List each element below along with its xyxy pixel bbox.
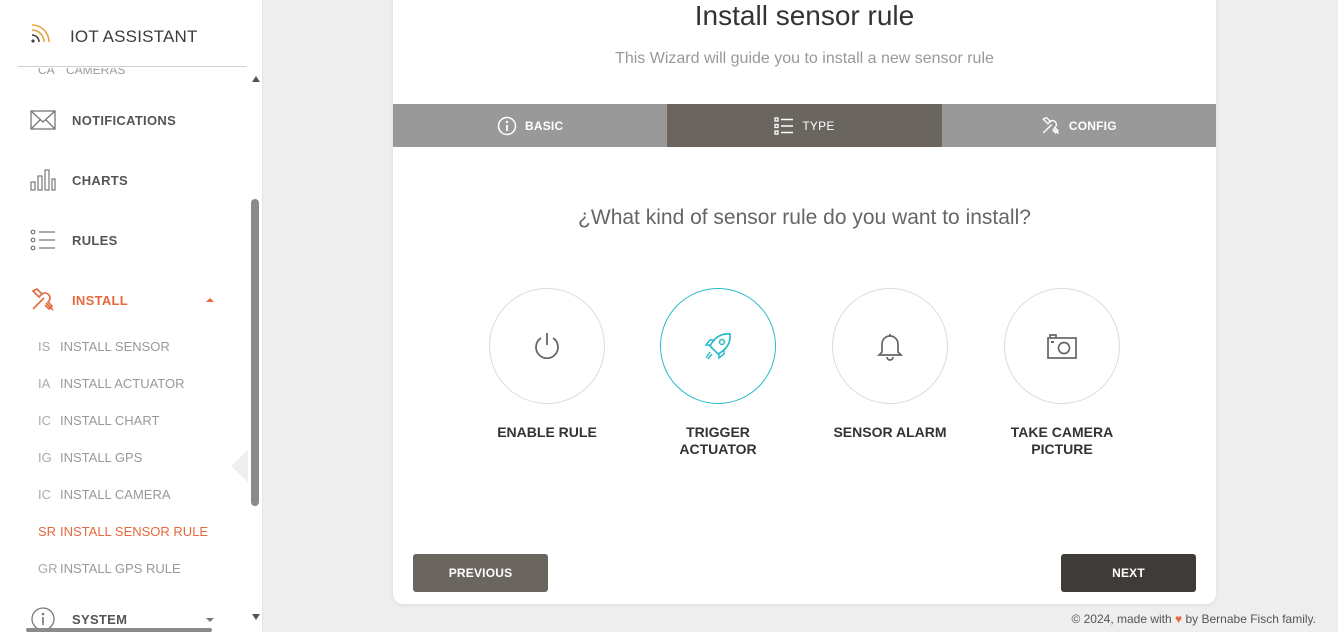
subitem-label: CAMERAS (66, 68, 126, 77)
brand[interactable]: IOT ASSISTANT (18, 0, 247, 67)
sidebar-item-notifications[interactable]: NOTIFICATIONS (30, 105, 176, 135)
sidebar-subitem-install-gps-rule[interactable]: GR INSTALL GPS RULE (38, 561, 181, 576)
caret-up-icon (206, 298, 214, 302)
scroll-down-arrow-icon[interactable] (252, 614, 260, 620)
subitem-abbr: IA (38, 376, 51, 391)
sidebar-subitem-install-sensor-rule[interactable]: SR INSTALL SENSOR RULE (38, 524, 208, 539)
choice-label: TAKE CAMERA PICTURE (992, 424, 1132, 458)
choice-circle[interactable] (832, 288, 948, 404)
choice-take-camera-picture[interactable]: TAKE CAMERA PICTURE (992, 288, 1132, 458)
wizard-card: Install sensor rule This Wizard will gui… (393, 0, 1216, 604)
sidebar-subitem-install-gps[interactable]: IG INSTALL GPS (38, 450, 142, 465)
subitem-abbr: IG (38, 450, 52, 465)
sidebar-subitem-install-camera[interactable]: IC INSTALL CAMERA (38, 487, 171, 502)
subitem-abbr: SR (38, 524, 57, 539)
sidebar-item-label: SYSTEM (72, 611, 128, 627)
choice-circle[interactable] (660, 288, 776, 404)
subitem-label: INSTALL CHART (60, 413, 160, 428)
wifi-signal-icon (28, 22, 52, 46)
rocket-icon (704, 333, 731, 360)
bar-chart-icon (30, 167, 56, 193)
info-circle-icon (497, 116, 517, 135)
power-icon (535, 333, 559, 360)
choice-circle[interactable] (489, 288, 605, 404)
sidebar-item-label: CHARTS (72, 172, 128, 188)
subitem-label: INSTALL SENSOR RULE (60, 524, 209, 539)
bell-icon (876, 334, 904, 361)
choice-label-line2: PICTURE (1031, 441, 1093, 457)
list-icon (774, 116, 794, 135)
wizard-tabs: BASIC TYPE CONFIG (393, 104, 1216, 147)
active-indicator (231, 450, 248, 482)
sidebar-nav: CA CAMERAS NOTIFICATIONS CHARTS RULES INS (0, 68, 248, 632)
choice-label-line1: ENABLE RULE (497, 424, 597, 440)
sidebar-item-charts[interactable]: CHARTS (30, 165, 128, 195)
subitem-label: INSTALL SENSOR (60, 339, 170, 354)
sidebar-item-label: INSTALL (72, 292, 129, 308)
subitem-abbr: CA (38, 68, 55, 77)
footer: © 2024, made with ♥ by Bernabe Fisch fam… (1071, 612, 1316, 626)
subitem-label: INSTALL GPS RULE (60, 561, 181, 576)
caret-down-icon (206, 618, 214, 622)
subitem-label: INSTALL ACTUATOR (60, 376, 185, 391)
scrollbar-thumb[interactable] (251, 199, 259, 506)
subitem-abbr: IC (38, 413, 51, 428)
sidebar-subitem-install-actuator[interactable]: IA INSTALL ACTUATOR (38, 376, 185, 391)
tab-label: CONFIG (1068, 118, 1117, 133)
choice-label: SENSOR ALARM (820, 424, 960, 441)
sidebar-subitem-cameras[interactable]: CA CAMERAS (38, 68, 125, 77)
choice-label-line1: TAKE CAMERA (1010, 424, 1114, 440)
tab-config[interactable]: CONFIG (942, 104, 1216, 147)
sidebar: IOT ASSISTANT CA CAMERAS NOTIFICATIONS CH… (0, 0, 263, 632)
choice-label-line1: TRIGGER (686, 424, 750, 440)
sidebar-scrollbar[interactable] (248, 72, 262, 624)
tools-icon (30, 287, 56, 313)
previous-button[interactable]: PREVIOUS (413, 554, 548, 592)
choice-label-line2: ACTUATOR (679, 441, 757, 457)
choice-sensor-alarm[interactable]: SENSOR ALARM (820, 288, 960, 441)
tab-type[interactable]: TYPE (667, 104, 942, 147)
choice-circle[interactable] (1004, 288, 1120, 404)
footer-prefix: © 2024, made with (1071, 612, 1172, 626)
wizard-subtitle: This Wizard will guide you to install a … (615, 50, 994, 67)
subitem-abbr: IS (38, 339, 51, 354)
choice-label: TRIGGER ACTUATOR (648, 424, 788, 458)
subitem-abbr: GR (38, 561, 58, 576)
choice-label: ENABLE RULE (477, 424, 617, 441)
wizard-question: ¿What kind of sensor rule do you want to… (578, 206, 1031, 229)
subitem-abbr: IC (38, 487, 51, 502)
brand-title: IOT ASSISTANT (70, 27, 198, 46)
choice-trigger-actuator[interactable]: TRIGGER ACTUATOR (648, 288, 788, 458)
footer-suffix: by Bernabe Fisch family. (1185, 612, 1317, 626)
tools-icon (1042, 116, 1060, 134)
wizard-title: Install sensor rule (694, 0, 915, 31)
sidebar-item-rules[interactable]: RULES (30, 225, 118, 255)
sidebar-subitem-install-sensor[interactable]: IS INSTALL SENSOR (38, 339, 170, 354)
next-button[interactable]: NEXT (1061, 554, 1196, 592)
choice-label-line1: SENSOR ALARM (833, 424, 947, 440)
sidebar-item-label: NOTIFICATIONS (72, 112, 177, 128)
horizontal-scrollbar-thumb[interactable] (26, 628, 212, 632)
subitem-label: INSTALL GPS (60, 450, 143, 465)
subitem-label: INSTALL CAMERA (60, 487, 171, 502)
choice-enable-rule[interactable]: ENABLE RULE (477, 288, 617, 441)
sidebar-subitem-install-chart[interactable]: IC INSTALL CHART (38, 413, 159, 428)
sidebar-item-install[interactable]: INSTALL (30, 285, 128, 315)
sidebar-item-label: RULES (72, 232, 118, 248)
list-icon (30, 227, 56, 253)
tab-label: TYPE (802, 118, 835, 133)
tab-label: BASIC (524, 118, 564, 133)
heart-icon: ♥ (1175, 612, 1183, 626)
tab-basic[interactable]: BASIC (393, 104, 667, 147)
camera-icon (1047, 334, 1077, 359)
scroll-up-arrow-icon[interactable] (252, 76, 260, 82)
envelope-icon (30, 107, 56, 133)
